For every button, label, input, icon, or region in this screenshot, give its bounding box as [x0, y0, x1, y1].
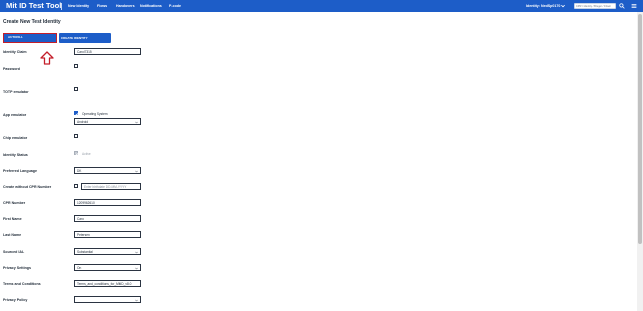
last-name-input[interactable]: Petersen — [74, 231, 141, 238]
password-label: Password — [3, 67, 20, 71]
chip-emulator-label: Chip emulator — [3, 136, 28, 140]
up-arrow-annotation-icon — [40, 51, 54, 65]
app-emulator-checkbox[interactable] — [74, 111, 79, 116]
app-emulator-label: App emulator — [3, 113, 27, 117]
identity-status-label: Identity Status — [3, 153, 28, 157]
preferred-language-select[interactable]: DK — [74, 167, 141, 174]
privacy-policy-select[interactable] — [74, 296, 141, 303]
page-title: Create New Test Identity — [3, 19, 61, 25]
chevron-down-icon — [135, 170, 138, 172]
nav-new-identity[interactable]: New Identity — [68, 0, 89, 12]
identity-claim-input[interactable]: Carol7315 — [74, 48, 141, 55]
privacy-settings-value: On — [77, 266, 82, 270]
preferred-language-label: Preferred Language — [3, 169, 37, 173]
chevron-down-icon — [561, 4, 566, 8]
identity-chip[interactable]: Identity: NedSp0170 — [526, 0, 566, 12]
terms-input[interactable]: Terms_and_conditions_for_MitID_v8.0 — [74, 280, 141, 287]
nav-flows[interactable]: Flows — [97, 0, 107, 12]
chevron-down-icon — [135, 121, 138, 123]
brand-logo[interactable]: Mit ID Test Tool — [6, 0, 61, 12]
totp-emulator-checkbox[interactable] — [74, 87, 78, 91]
first-name-input[interactable]: Caro — [74, 215, 141, 222]
brand-divider — [61, 3, 62, 10]
operating-system-value: Android — [77, 120, 88, 124]
top-navigation-bar: Mit ID Test Tool New Identity Flows Hand… — [0, 0, 643, 12]
autofill-button[interactable]: AUTOFILL — [3, 33, 57, 43]
chevron-down-icon — [135, 267, 138, 269]
privacy-policy-label: Privacy Policy — [3, 298, 28, 302]
search-icon[interactable] — [619, 3, 625, 9]
first-name-label: First Name — [3, 217, 22, 221]
cpr-number-input[interactable]: 1209962610 — [74, 199, 141, 206]
create-without-cpr-label: Create without CPR Number — [3, 185, 52, 189]
create-identity-button[interactable]: CREATE IDENTITY — [59, 33, 111, 43]
cpr-number-label: CPR Number — [3, 201, 26, 205]
scrollbar-thumb[interactable] — [638, 14, 642, 244]
page-scrollbar[interactable] — [637, 12, 643, 311]
last-name-label: Last Name — [3, 233, 22, 237]
identity-status-active-label: Active — [82, 151, 91, 156]
operating-system-label: Operating System — [82, 111, 108, 116]
nav-notifications[interactable]: Notifications — [140, 0, 162, 12]
sourced-ial-value: Substantial — [77, 250, 93, 254]
password-checkbox[interactable] — [74, 64, 78, 68]
menu-icon[interactable] — [631, 3, 637, 9]
chevron-down-icon — [135, 299, 138, 301]
preferred-language-value: DK — [77, 169, 82, 173]
sourced-ial-label: Sourced IAL — [3, 250, 25, 254]
operating-system-select[interactable]: Android — [74, 118, 141, 125]
checkmark-icon — [75, 152, 79, 156]
birthdate-input[interactable]: Enter birthdate DD-MM-YYYY — [81, 183, 141, 190]
identity-status-checkbox — [74, 151, 79, 156]
sourced-ial-select[interactable]: Substantial — [74, 248, 141, 255]
totp-emulator-label: TOTP emulator — [3, 90, 29, 94]
nav-p-code[interactable]: P-code — [169, 0, 181, 12]
checkmark-icon — [75, 112, 79, 116]
birthdate-placeholder: Enter birthdate DD-MM-YYYY — [84, 185, 127, 189]
privacy-settings-label: Privacy Settings — [3, 266, 31, 270]
create-without-cpr-checkbox[interactable] — [74, 184, 78, 188]
privacy-settings-select[interactable]: On — [74, 264, 141, 271]
identity-claim-label: Identity Claim — [3, 50, 27, 54]
chevron-down-icon — [135, 251, 138, 253]
chip-emulator-checkbox[interactable] — [74, 134, 78, 138]
identity-chip-label: Identity: NedSp0170 — [526, 4, 561, 8]
search-input[interactable]: CPR / Identity / Bruger / Frisør — [574, 3, 616, 9]
terms-label: Terms and Conditions — [3, 282, 41, 286]
nav-handovers[interactable]: Handovers — [116, 0, 135, 12]
